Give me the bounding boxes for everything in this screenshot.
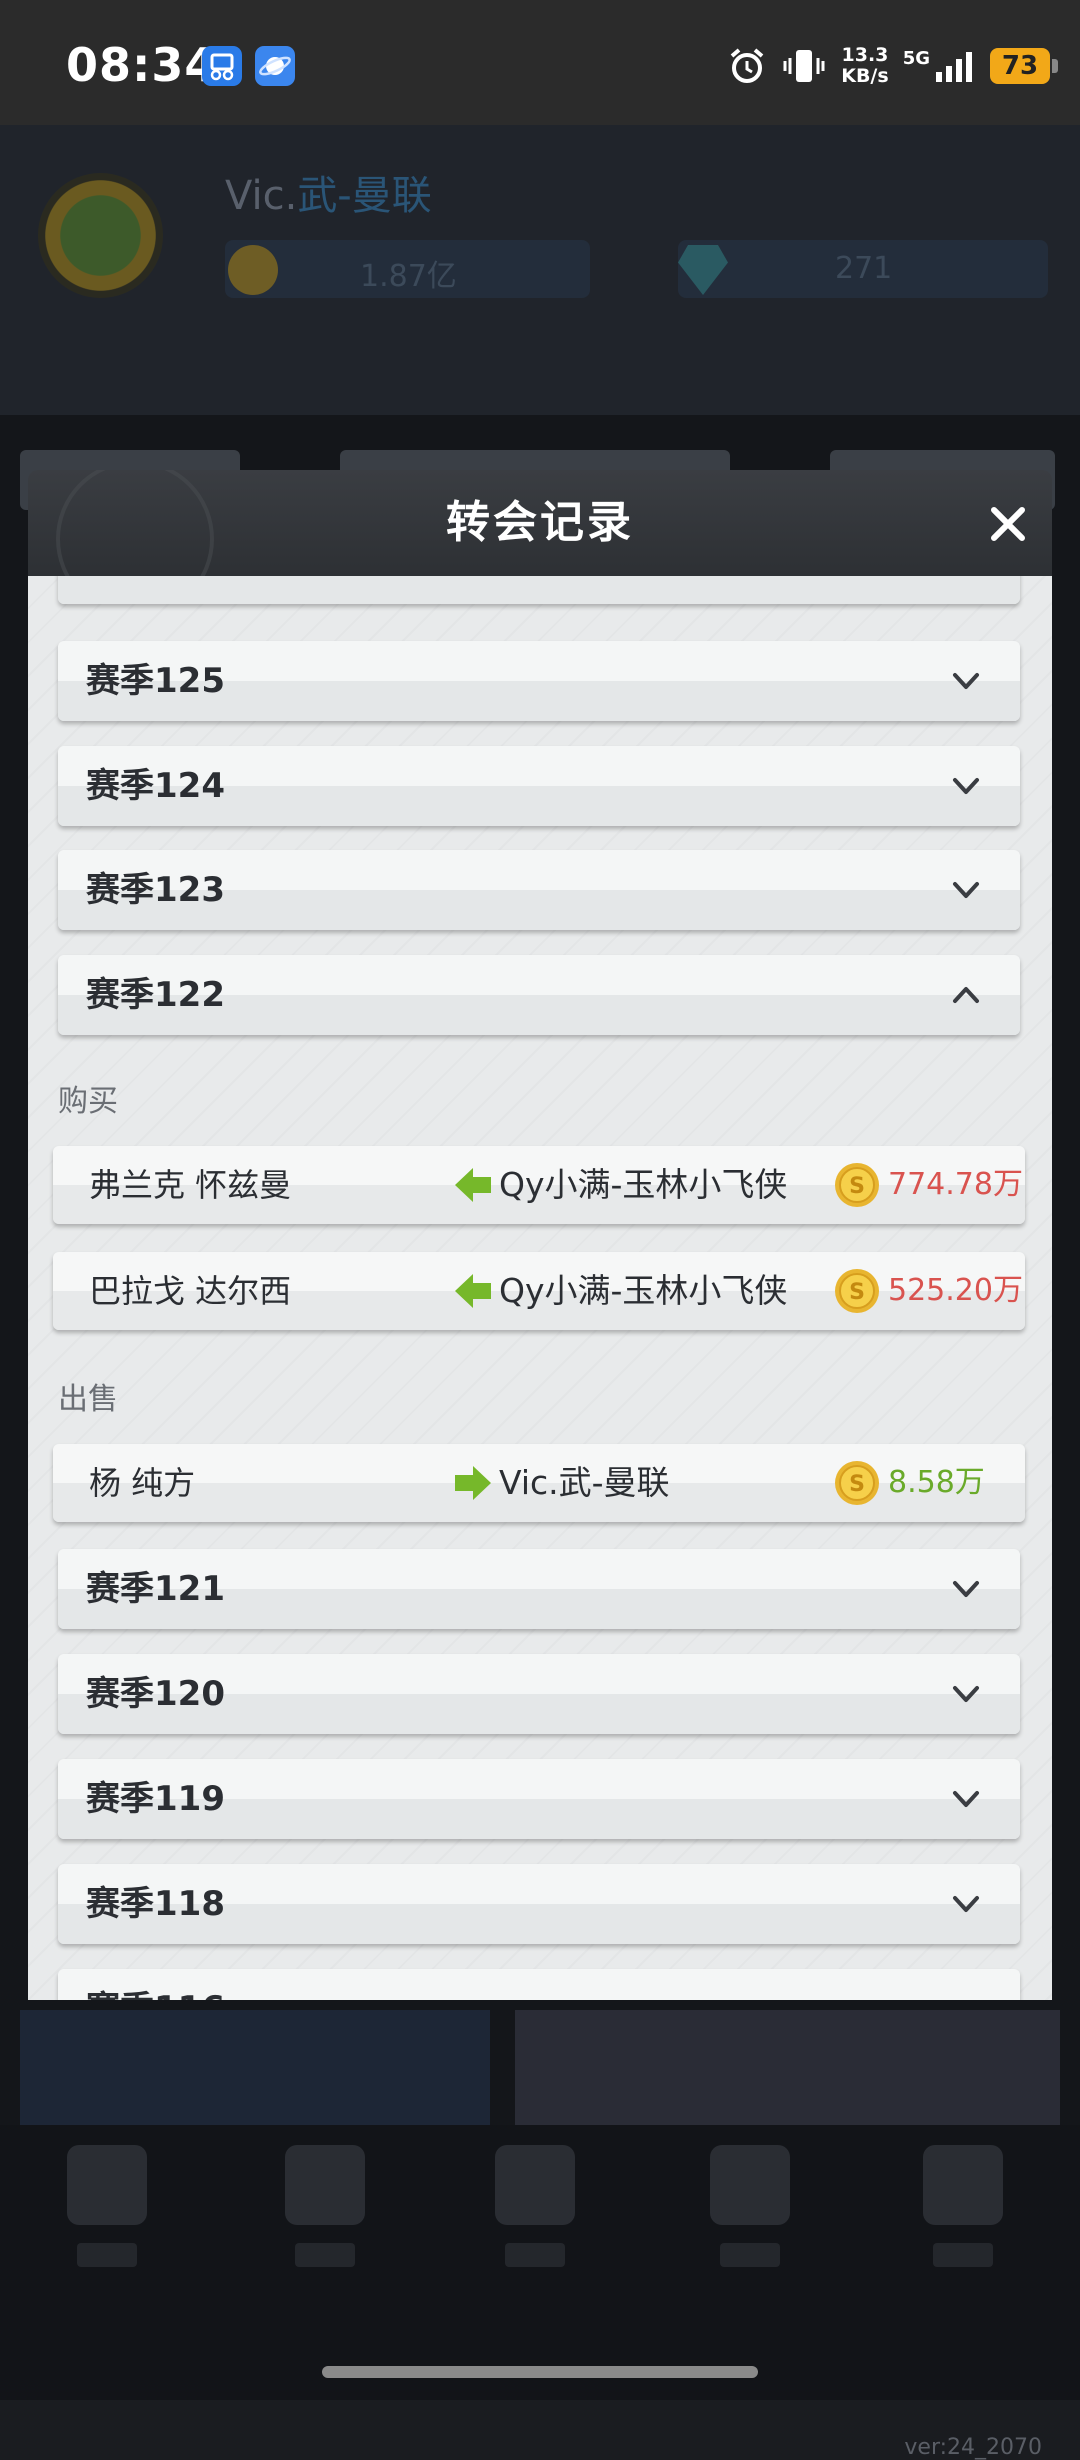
season-row[interactable]: 赛季121 <box>58 1549 1020 1629</box>
status-bar: 08:34 13.3 KB/s 5G 73 <box>0 0 1080 125</box>
network-type: 5G <box>902 48 930 69</box>
chevron-down-icon <box>948 1571 984 1607</box>
bg-user-name-suffix: 武-曼联 <box>297 173 432 219</box>
bg-nav-item <box>490 2145 580 2305</box>
signal-group: 5G <box>903 50 976 82</box>
season-row[interactable]: 赛季125 <box>58 641 1020 721</box>
season-label: 赛季121 <box>86 1569 225 1609</box>
player-name: 巴拉戈 达尔西 <box>89 1272 292 1310</box>
season-label: 赛季124 <box>86 766 225 806</box>
modal-header: 转会记录 <box>28 470 1052 576</box>
season-row[interactable]: 赛季118 <box>58 1864 1020 1944</box>
svg-text:S: S <box>849 1280 865 1305</box>
arrow-left-icon <box>453 1165 493 1205</box>
chevron-down-icon <box>948 1886 984 1922</box>
bg-user-name-main: Vic. <box>225 173 298 219</box>
transfer-record-modal: 转会记录 赛季125 赛季124 赛季123 赛季122 购买弗兰克 怀兹曼 Qy小满-玉… <box>28 470 1052 2000</box>
transfer-amount: 525.20万 <box>888 1273 1023 1308</box>
club-name: Qy小满-玉林小飞侠 <box>499 1165 788 1204</box>
vibrate-icon <box>783 50 825 82</box>
net-speed: 13.3 KB/s <box>841 45 888 87</box>
season-label: 赛季116 <box>86 1969 225 2000</box>
coin-icon: S <box>833 1161 881 1209</box>
bg-coin-amount: 1.87亿 <box>360 259 457 294</box>
signal-icon <box>936 52 972 82</box>
transfer-amount: 8.58万 <box>888 1465 985 1500</box>
net-speed-value: 13.3 <box>841 44 889 66</box>
arrow-left-icon <box>453 1271 493 1311</box>
bg-gem-amount: 271 <box>835 251 893 286</box>
bg-nav-item <box>62 2145 152 2305</box>
bg-nav-item <box>705 2145 795 2305</box>
player-name: 杨 纯方 <box>89 1464 196 1502</box>
season-label: 赛季122 <box>86 975 225 1015</box>
season-row[interactable]: 赛季122 <box>58 955 1020 1035</box>
battery-indicator: 73 <box>990 48 1058 84</box>
season-row[interactable]: 赛季124 <box>58 746 1020 826</box>
chevron-down-icon <box>948 1676 984 1712</box>
modal-title: 转会记录 <box>446 497 634 548</box>
season-label: 赛季119 <box>86 1779 225 1819</box>
alarm-icon <box>730 48 764 83</box>
close-button[interactable] <box>982 498 1034 550</box>
coin-icon: S <box>833 1459 881 1507</box>
svg-text:S: S <box>849 1472 865 1497</box>
bg-nav-item <box>918 2145 1008 2305</box>
club-name: Qy小满-玉林小飞侠 <box>499 1271 788 1310</box>
home-indicator[interactable] <box>322 2366 758 2378</box>
season-label: 赛季123 <box>86 870 225 910</box>
status-time: 08:34 <box>66 38 218 92</box>
bg-user-name: Vic.武-曼联 <box>225 163 432 221</box>
season-row[interactable]: 赛季119 <box>58 1759 1020 1839</box>
chevron-down-icon <box>948 1781 984 1817</box>
coin-icon: S <box>833 1267 881 1315</box>
season-row[interactable]: 赛季116 <box>58 1969 1020 2000</box>
club-name: Vic.武-曼联 <box>499 1463 670 1502</box>
section-label: 购买 <box>58 1084 118 1119</box>
season-row[interactable]: 赛季123 <box>58 850 1020 930</box>
transfer-amount: 774.78万 <box>888 1167 1023 1202</box>
planet-app-icon <box>255 46 295 86</box>
section-label: 出售 <box>58 1382 118 1417</box>
chevron-up-icon <box>948 977 984 1013</box>
transfer-row[interactable]: 弗兰克 怀兹曼 Qy小满-玉林小飞侠 S 774.78万 <box>53 1146 1025 1224</box>
close-icon <box>991 507 1025 541</box>
svg-text:S: S <box>849 1174 865 1199</box>
transfer-row[interactable]: 巴拉戈 达尔西 Qy小满-玉林小飞侠 S 525.20万 <box>53 1252 1025 1330</box>
coin-icon <box>228 245 278 295</box>
season-label: 赛季120 <box>86 1674 225 1714</box>
modal-scroll-area[interactable]: 赛季125 赛季124 赛季123 赛季122 购买弗兰克 怀兹曼 Qy小满-玉林小飞侠 S… <box>28 576 1052 2000</box>
scissors-app-icon <box>202 46 242 86</box>
club-badge-icon <box>38 173 163 298</box>
season-row-partial[interactable] <box>58 576 1020 604</box>
bg-profile-header: Vic.武-曼联 1.87亿 271 <box>0 125 1080 415</box>
net-speed-unit: KB/s <box>841 65 889 87</box>
version-label: ver:24_2070 <box>904 2435 1042 2460</box>
bg-nav-item <box>280 2145 370 2305</box>
arrow-right-icon <box>453 1463 493 1503</box>
chevron-down-icon <box>948 768 984 804</box>
chevron-down-icon <box>948 663 984 699</box>
transfer-row[interactable]: 杨 纯方 Vic.武-曼联 S 8.58万 <box>53 1444 1025 1522</box>
season-row[interactable]: 赛季120 <box>58 1654 1020 1734</box>
season-label: 赛季125 <box>86 661 225 701</box>
player-name: 弗兰克 怀兹曼 <box>89 1166 292 1204</box>
chevron-down-icon <box>948 872 984 908</box>
season-label: 赛季118 <box>86 1884 225 1924</box>
chevron-down-icon <box>948 1991 984 2000</box>
status-right-group: 13.3 KB/s 5G 73 <box>727 36 1058 96</box>
